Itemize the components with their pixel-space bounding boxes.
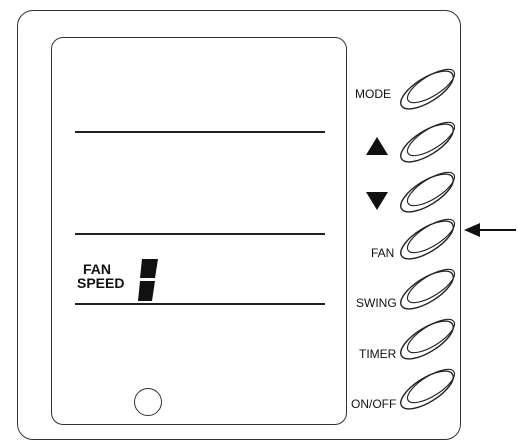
display-divider-top	[75, 131, 325, 133]
mode-button[interactable]	[395, 64, 463, 118]
triangle-down-icon	[366, 192, 388, 210]
on-off-button[interactable]	[395, 364, 463, 418]
timer-button[interactable]	[395, 314, 463, 368]
fan-speed-label-line1: FAN	[83, 261, 111, 277]
triangle-up-icon	[366, 137, 388, 155]
arrow-left-icon	[464, 223, 516, 237]
fan-label: FAN	[371, 246, 395, 260]
display-divider-middle	[75, 233, 325, 235]
fan-button[interactable]	[395, 214, 463, 268]
on-off-label: ON/OFF	[351, 397, 397, 411]
mode-label: MODE	[355, 87, 391, 101]
display-divider-bottom	[75, 303, 325, 305]
receiver-sensor	[134, 388, 162, 416]
up-button[interactable]	[395, 117, 463, 171]
timer-label: TIMER	[359, 347, 397, 361]
swing-label: SWING	[356, 296, 397, 310]
fan-speed-bar-icon	[138, 259, 158, 301]
lcd-display	[51, 37, 347, 425]
fan-speed-indicator-label: FAN SPEED	[77, 262, 124, 290]
swing-button[interactable]	[395, 264, 463, 318]
down-button[interactable]	[395, 167, 463, 221]
fan-speed-label-line2: SPEED	[77, 275, 125, 291]
